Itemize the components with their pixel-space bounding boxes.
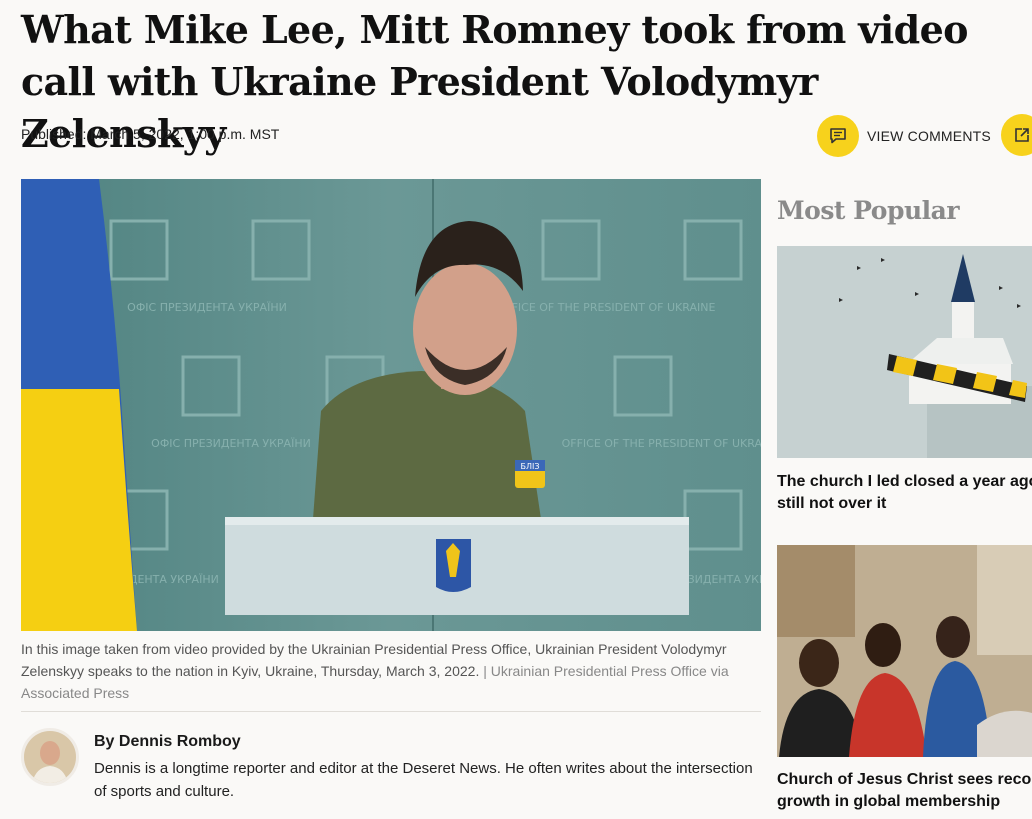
hero-image: ОФІС ПРЕЗИДЕНТА УКРАЇНИ OFFICE OF THE PR… (21, 179, 761, 631)
patch-text: БЛІЗ (521, 462, 540, 471)
author-avatar[interactable] (21, 728, 79, 786)
popular-item-image[interactable] (777, 545, 1032, 757)
share-button[interactable] (1001, 114, 1032, 156)
backdrop-text: ОФІС ПРЕЗИДЕНТА УКРАЇНИ (151, 437, 311, 450)
image-caption: In this image taken from video provided … (21, 638, 751, 704)
popular-item-title-line: The church I led closed a year ago. I'm (777, 473, 1032, 490)
backdrop-text: ОФІС ПРЕЗИДЕНТА УКРАЇНИ (127, 301, 287, 314)
popular-item-title[interactable]: Church of Jesus Christ sees record growt… (777, 769, 1032, 813)
most-popular-heading: Most Popular (777, 196, 960, 225)
author-byline[interactable]: By Dennis Romboy (94, 733, 241, 751)
share-icon (1001, 114, 1032, 156)
view-comments-label: VIEW COMMENTS (867, 128, 991, 144)
view-comments-button[interactable]: VIEW COMMENTS (817, 114, 991, 158)
backdrop-text: OFFICE OF THE PRESIDENT OF UKRAINE (497, 301, 716, 314)
divider (21, 711, 761, 712)
author-bio: Dennis is a longtime reporter and editor… (94, 760, 753, 800)
popular-item-image[interactable] (777, 246, 1032, 458)
popular-item-title-line: growth in global membership (777, 793, 1001, 810)
comment-icon (817, 115, 859, 157)
published-date: Published: March 5, 2022, 1:00 p.m. MST (21, 126, 280, 142)
popular-item-title-line: still not over it (777, 495, 887, 512)
popular-item-title-line: Church of Jesus Christ sees record (777, 771, 1032, 788)
backdrop-text: OFFICE OF THE PRESIDENT OF UKRAINE (562, 437, 761, 450)
popular-item-title[interactable]: The church I led closed a year ago. I'm … (777, 471, 1032, 515)
caption-separator: | (479, 663, 491, 679)
